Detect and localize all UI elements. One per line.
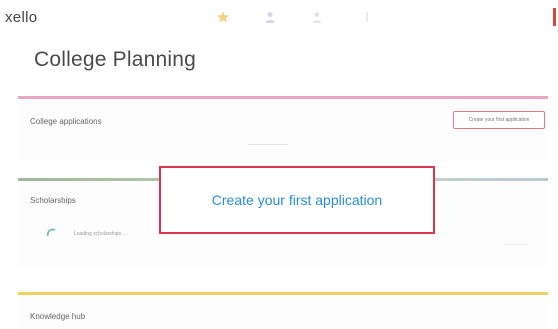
spinner-icon bbox=[46, 228, 58, 240]
create-application-button[interactable]: Create your first application bbox=[453, 111, 545, 129]
divider bbox=[248, 144, 288, 145]
college-applications-card: College applications Create your first a… bbox=[18, 96, 548, 160]
person-icon[interactable] bbox=[310, 10, 324, 24]
section-title: College applications bbox=[30, 117, 102, 126]
app-logo[interactable]: xello bbox=[5, 9, 37, 26]
section-accent bbox=[18, 96, 548, 99]
section-title[interactable]: Knowledge hub bbox=[30, 312, 85, 321]
section-title: Scholarships bbox=[30, 196, 76, 205]
menu-edge-icon[interactable] bbox=[553, 8, 556, 26]
divider bbox=[504, 244, 528, 245]
page-title: College Planning bbox=[34, 48, 196, 71]
top-bar: xello bbox=[0, 0, 558, 38]
create-application-callout[interactable]: Create your first application bbox=[159, 166, 435, 234]
section-accent bbox=[18, 292, 548, 295]
knowledge-hub-card: Knowledge hub bbox=[18, 292, 548, 329]
scholarships-hint: Loading scholarships… bbox=[74, 231, 126, 237]
info-icon[interactable] bbox=[360, 10, 374, 24]
callout-label: Create your first application bbox=[211, 192, 383, 208]
star-icon[interactable] bbox=[216, 10, 230, 24]
person-icon[interactable] bbox=[263, 10, 277, 24]
